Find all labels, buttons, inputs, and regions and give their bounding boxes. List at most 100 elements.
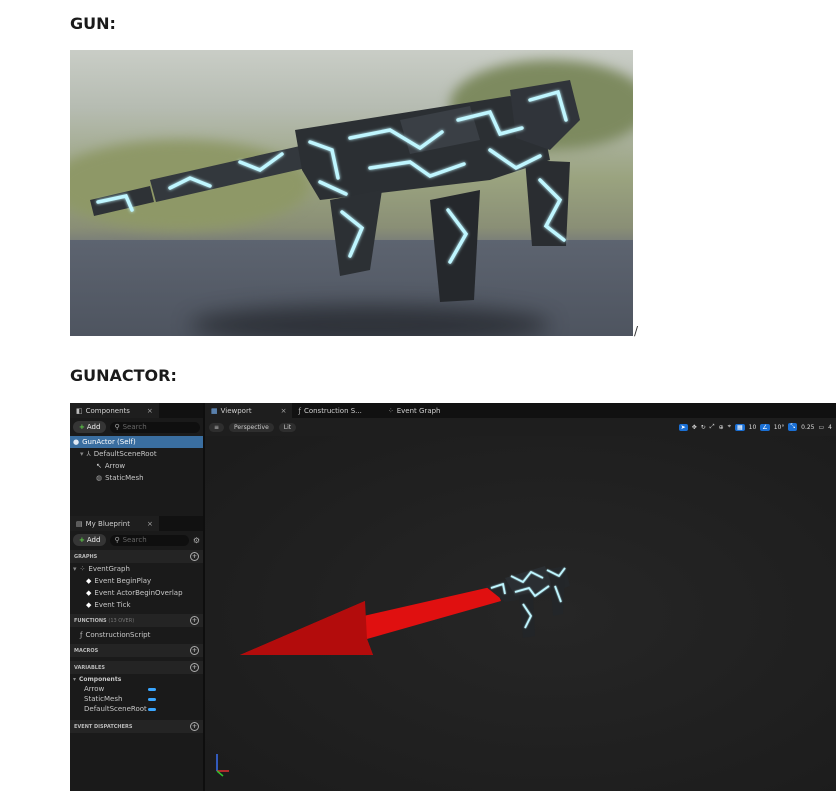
components-icon: ◧	[76, 406, 83, 415]
blueprint-search-input[interactable]: ⚲ Search	[110, 534, 189, 546]
viewport-area: ▦ Viewport × ƒ Construction S... ⁘ Event…	[205, 403, 836, 791]
grid-snap-value[interactable]: 10	[749, 424, 757, 431]
variable-label: StaticMesh	[84, 695, 123, 703]
section-variables[interactable]: VARIABLES +	[70, 661, 203, 674]
plus-icon: +	[79, 423, 85, 431]
variables-group-components[interactable]: ▾ Components	[70, 674, 203, 684]
section-dispatchers-label: EVENT DISPATCHERS	[74, 723, 133, 730]
section-functions[interactable]: FUNCTIONS (13 OVER) +	[70, 614, 203, 627]
search-placeholder: Search	[122, 423, 147, 431]
perspective-button[interactable]: Perspective	[229, 422, 274, 432]
event-graph-icon: ⁘	[79, 565, 86, 573]
variable-label: DefaultSceneRoot	[84, 705, 147, 713]
scale-snap-icon[interactable]: ⤡	[788, 423, 798, 431]
hamburger-menu-icon[interactable]: ≡	[209, 422, 225, 432]
camera-speed-value[interactable]: 4	[828, 424, 832, 431]
viewport-icon: ▦	[211, 406, 218, 415]
lit-button[interactable]: Lit	[278, 422, 297, 432]
components-search-input[interactable]: ⚲ Search	[110, 421, 200, 433]
tree-item-label: Arrow	[104, 462, 126, 470]
add-macro-icon[interactable]: +	[190, 646, 199, 655]
rifle-render	[90, 80, 580, 302]
camera-speed-icon[interactable]: ▭	[819, 424, 825, 431]
tree-item-defaultsceneroot[interactable]: ▾ ⅄ DefaultSceneRoot	[70, 448, 203, 460]
event-item[interactable]: ◆ Event ActorBeginOverlap	[70, 587, 203, 599]
scene-root-icon: ⅄	[86, 450, 91, 458]
close-icon[interactable]: ×	[281, 407, 287, 415]
viewport-canvas[interactable]	[205, 436, 836, 791]
variable-item[interactable]: StaticMesh	[70, 694, 203, 704]
variable-type-pill	[148, 687, 156, 691]
scale-snap-value[interactable]: 0.25	[801, 424, 814, 431]
rotation-snap-value[interactable]: 10°	[774, 424, 785, 431]
event-icon: ◆	[86, 589, 92, 597]
event-graph-label: EventGraph	[88, 565, 130, 573]
add-label: Add	[86, 423, 101, 431]
add-graph-icon[interactable]: +	[190, 552, 199, 561]
blueprint-tabbar: ▤ My Blueprint ×	[70, 516, 203, 531]
section-graphs-label: GRAPHS	[74, 553, 98, 560]
section-event-dispatchers[interactable]: EVENT DISPATCHERS +	[70, 720, 203, 733]
function-icon: ƒ	[80, 631, 83, 639]
add-variable-icon[interactable]: +	[190, 663, 199, 672]
event-item[interactable]: ◆ Event Tick	[70, 599, 203, 611]
close-icon[interactable]: ×	[147, 520, 153, 528]
event-graph-item[interactable]: ▾ ⁘ EventGraph	[70, 563, 203, 575]
tab-viewport-label: Viewport	[220, 406, 252, 415]
event-label: Event ActorBeginOverlap	[94, 589, 183, 597]
tree-item-label: GunActor (Self)	[82, 438, 136, 446]
rotation-snap-icon[interactable]: ∠	[760, 423, 770, 431]
section-graphs[interactable]: GRAPHS +	[70, 550, 203, 563]
grid-snap-icon[interactable]: ▦	[734, 423, 745, 431]
blueprint-icon: ▤	[76, 519, 83, 528]
tab-my-blueprint[interactable]: ▤ My Blueprint ×	[70, 516, 159, 531]
event-graph-icon: ⁘	[387, 406, 394, 415]
add-dispatcher-icon[interactable]: +	[190, 722, 199, 731]
add-blueprint-button[interactable]: + Add	[73, 534, 107, 546]
variable-label: Arrow	[84, 685, 105, 693]
function-icon: ƒ	[298, 406, 301, 415]
stray-slash: /	[634, 324, 639, 338]
arrow-component-icon: ↖	[96, 462, 102, 470]
unreal-editor-screenshot: ◧ Components × + Add ⚲ Search ● GunActor…	[70, 403, 836, 791]
tab-construction-label: Construction S...	[303, 406, 362, 415]
expand-arrow-icon: ▾	[80, 450, 84, 458]
editor-tabbar: ▦ Viewport × ƒ Construction S... ⁘ Event…	[205, 403, 836, 418]
add-label: Add	[86, 536, 101, 544]
close-icon[interactable]: ×	[147, 407, 153, 415]
event-label: Event Tick	[94, 601, 131, 609]
section-macros-label: MACROS	[74, 647, 99, 654]
tab-components-label: Components	[85, 406, 130, 415]
variable-type-pill	[148, 697, 156, 701]
scale-tool-icon[interactable]: ⤢	[710, 423, 715, 431]
surface-snap-icon[interactable]: ⌖	[728, 423, 731, 431]
gear-icon[interactable]: ⚙	[193, 536, 200, 545]
rotate-tool-icon[interactable]: ↻	[701, 424, 706, 431]
section-macros[interactable]: MACROS +	[70, 644, 203, 657]
tab-event-graph-label: Event Graph	[396, 406, 441, 415]
heading-gunactor: GUNACTOR:	[70, 366, 177, 385]
tree-item-label: DefaultSceneRoot	[93, 450, 157, 458]
tree-item-gunactor[interactable]: ● GunActor (Self)	[70, 436, 203, 448]
event-item[interactable]: ◆ Event BeginPlay	[70, 575, 203, 587]
variable-item[interactable]: Arrow	[70, 684, 203, 694]
transform-tools: ➤ ✥ ↻ ⤢ ⊕ ⌖ ▦ 10 ∠ 10° ⤡ 0.25 ▭ 4	[678, 423, 832, 431]
components-toolbar: + Add ⚲ Search	[70, 418, 203, 436]
gun-photo	[70, 50, 633, 336]
function-item[interactable]: ƒ ConstructionScript	[70, 627, 203, 643]
select-tool-icon[interactable]: ➤	[678, 423, 688, 431]
tree-item-staticmesh[interactable]: ◍ StaticMesh	[70, 472, 203, 484]
tab-components[interactable]: ◧ Components ×	[70, 403, 159, 418]
variable-item[interactable]: DefaultSceneRoot	[70, 704, 203, 714]
world-local-icon[interactable]: ⊕	[719, 424, 724, 431]
add-component-button[interactable]: + Add	[73, 421, 107, 433]
tab-construction-script[interactable]: ƒ Construction S...	[292, 403, 367, 418]
tab-event-graph[interactable]: ⁘ Event Graph	[382, 403, 447, 418]
function-label: ConstructionScript	[85, 631, 151, 639]
move-tool-icon[interactable]: ✥	[692, 424, 697, 431]
tree-item-arrow[interactable]: ↖ Arrow	[70, 460, 203, 472]
add-function-icon[interactable]: +	[190, 616, 199, 625]
tab-my-blueprint-label: My Blueprint	[85, 519, 130, 528]
search-icon: ⚲	[114, 423, 120, 431]
tab-viewport[interactable]: ▦ Viewport ×	[205, 403, 293, 418]
